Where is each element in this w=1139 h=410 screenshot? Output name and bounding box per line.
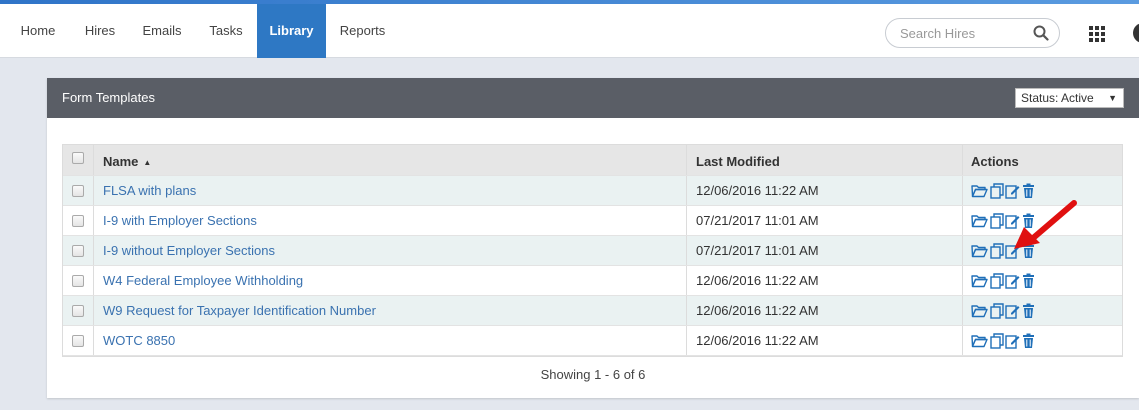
actions-cell <box>963 206 1124 235</box>
row-select-cell <box>63 176 94 205</box>
row-checkbox[interactable] <box>72 305 84 317</box>
template-name-link[interactable]: I-9 with Employer Sections <box>103 213 257 228</box>
panel-title: Form Templates <box>62 90 155 105</box>
template-name-cell: I-9 without Employer Sections <box>94 236 687 265</box>
open-folder-icon[interactable] <box>971 333 988 349</box>
row-select-cell <box>63 206 94 235</box>
open-folder-icon[interactable] <box>971 183 988 199</box>
avatar[interactable] <box>1133 23 1139 43</box>
nav-tasks[interactable]: Tasks <box>200 4 252 58</box>
edit-icon[interactable] <box>1005 303 1020 319</box>
column-header-last-modified[interactable]: Last Modified <box>687 145 963 175</box>
status-filter-value: Status: Active <box>1021 91 1094 105</box>
copy-icon[interactable] <box>990 243 1005 259</box>
table-row[interactable]: WOTC 8850 12/06/2016 11:22 AM <box>63 326 1122 356</box>
edit-icon[interactable] <box>1005 243 1020 259</box>
copy-icon[interactable] <box>990 333 1005 349</box>
copy-icon[interactable] <box>990 213 1005 229</box>
column-header-name-label: Name <box>103 154 139 169</box>
header-select-cell <box>63 145 94 175</box>
template-name-link[interactable]: W9 Request for Taxpayer Identification N… <box>103 303 376 318</box>
search-icon[interactable] <box>1033 25 1049 41</box>
template-name-link[interactable]: FLSA with plans <box>103 183 196 198</box>
search-box <box>885 18 1060 48</box>
row-checkbox[interactable] <box>72 275 84 287</box>
caret-down-icon: ▼ <box>1108 93 1117 103</box>
delete-icon[interactable] <box>1022 213 1035 229</box>
copy-icon[interactable] <box>990 273 1005 289</box>
table-row[interactable]: I-9 with Employer Sections 07/21/2017 11:… <box>63 206 1122 236</box>
actions-cell <box>963 266 1124 295</box>
delete-icon[interactable] <box>1022 333 1035 349</box>
template-name-cell: FLSA with plans <box>94 176 687 205</box>
actions-cell <box>963 176 1124 205</box>
template-name-link[interactable]: I-9 without Employer Sections <box>103 243 275 258</box>
column-header-actions: Actions <box>971 154 1019 169</box>
copy-icon[interactable] <box>990 303 1005 319</box>
delete-icon[interactable] <box>1022 303 1035 319</box>
actions-cell <box>963 296 1124 325</box>
last-modified-cell: 12/06/2016 11:22 AM <box>687 266 963 295</box>
nav-home[interactable]: Home <box>0 4 76 58</box>
open-folder-icon[interactable] <box>971 243 988 259</box>
table-row[interactable]: I-9 without Employer Sections 07/21/2017 … <box>63 236 1122 266</box>
template-name-link[interactable]: WOTC 8850 <box>103 333 175 348</box>
delete-icon[interactable] <box>1022 183 1035 199</box>
search-input[interactable] <box>900 19 1030 47</box>
row-checkbox[interactable] <box>72 215 84 227</box>
delete-icon[interactable] <box>1022 273 1035 289</box>
templates-table: Name ▲ Last Modified Actions FLSA with pl… <box>62 144 1123 357</box>
column-header-name[interactable]: Name ▲ <box>94 145 687 175</box>
row-select-cell <box>63 266 94 295</box>
open-folder-icon[interactable] <box>971 213 988 229</box>
template-name-cell: W4 Federal Employee Withholding <box>94 266 687 295</box>
last-modified-cell: 12/06/2016 11:22 AM <box>687 176 963 205</box>
table-row[interactable]: FLSA with plans 12/06/2016 11:22 AM <box>63 176 1122 206</box>
last-modified-cell: 12/06/2016 11:22 AM <box>687 296 963 325</box>
table-header-row: Name ▲ Last Modified Actions <box>63 145 1122 176</box>
template-name-cell: WOTC 8850 <box>94 326 687 355</box>
row-checkbox[interactable] <box>72 335 84 347</box>
open-folder-icon[interactable] <box>971 273 988 289</box>
last-modified-cell: 12/06/2016 11:22 AM <box>687 326 963 355</box>
sort-ascending-icon: ▲ <box>143 158 152 167</box>
top-navbar: Home Hires Emails Tasks Library Reports <box>0 4 1139 58</box>
select-all-checkbox[interactable] <box>72 152 84 164</box>
open-folder-icon[interactable] <box>971 303 988 319</box>
last-modified-cell: 07/21/2017 11:01 AM <box>687 206 963 235</box>
nav-reports[interactable]: Reports <box>331 4 394 58</box>
edit-icon[interactable] <box>1005 273 1020 289</box>
nav-hires[interactable]: Hires <box>76 4 124 58</box>
actions-cell <box>963 236 1124 265</box>
form-templates-panel: Form Templates Status: Active ▼ Name ▲ La… <box>47 78 1139 398</box>
row-checkbox[interactable] <box>72 185 84 197</box>
delete-icon[interactable] <box>1022 243 1035 259</box>
row-select-cell <box>63 296 94 325</box>
nav-library[interactable]: Library <box>257 4 326 58</box>
table-row[interactable]: W9 Request for Taxpayer Identification N… <box>63 296 1122 326</box>
edit-icon[interactable] <box>1005 213 1020 229</box>
copy-icon[interactable] <box>990 183 1005 199</box>
apps-grid-icon[interactable] <box>1089 26 1105 42</box>
edit-icon[interactable] <box>1005 333 1020 349</box>
template-name-cell: I-9 with Employer Sections <box>94 206 687 235</box>
row-select-cell <box>63 236 94 265</box>
template-name-cell: W9 Request for Taxpayer Identification N… <box>94 296 687 325</box>
panel-header: Form Templates Status: Active ▼ <box>47 78 1139 118</box>
row-select-cell <box>63 326 94 355</box>
status-filter-select[interactable]: Status: Active ▼ <box>1015 88 1124 108</box>
template-name-link[interactable]: W4 Federal Employee Withholding <box>103 273 303 288</box>
pagination-summary: Showing 1 - 6 of 6 <box>540 367 646 382</box>
nav-emails[interactable]: Emails <box>132 4 192 58</box>
last-modified-cell: 07/21/2017 11:01 AM <box>687 236 963 265</box>
row-checkbox[interactable] <box>72 245 84 257</box>
edit-icon[interactable] <box>1005 183 1020 199</box>
table-row[interactable]: W4 Federal Employee Withholding 12/06/201… <box>63 266 1122 296</box>
actions-cell <box>963 326 1124 355</box>
